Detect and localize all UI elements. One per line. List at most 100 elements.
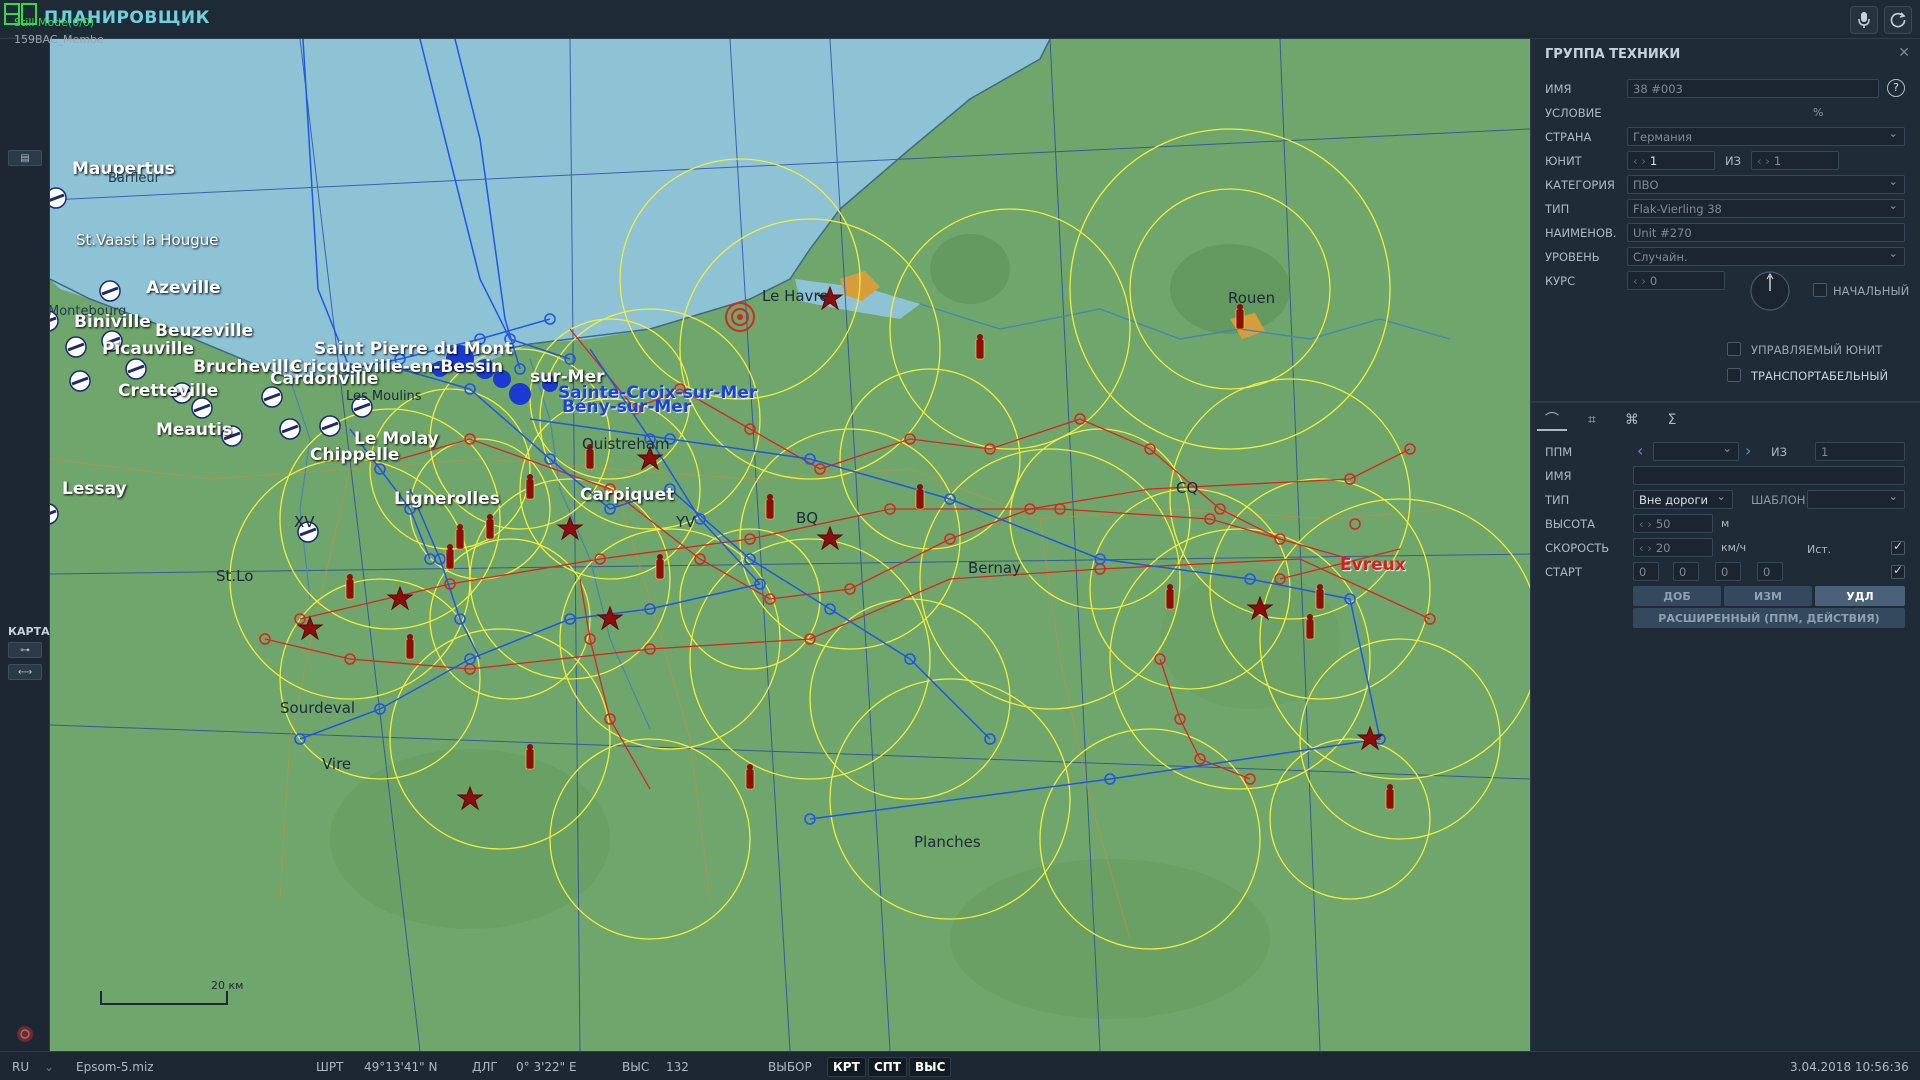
initial-label: НАЧАЛЬНЫЙ	[1833, 284, 1910, 298]
designation-input[interactable]: Unit #270	[1627, 223, 1905, 242]
start-day-input[interactable]: 0	[1633, 562, 1659, 581]
aa-gun-icon	[296, 615, 324, 641]
heading-dial-icon[interactable]	[1749, 270, 1791, 312]
help-icon[interactable]: ?	[1887, 79, 1905, 97]
town-label: Cardonville	[270, 369, 379, 389]
group-name-input[interactable]: 38 #003	[1627, 79, 1879, 98]
unit-stepper[interactable]: ‹ › 1	[1627, 151, 1715, 170]
coord-mode-vys-button[interactable]: ВЫС	[909, 1057, 952, 1077]
waypoint-name-input[interactable]	[1633, 466, 1905, 485]
close-icon[interactable]: ✕	[1898, 45, 1910, 61]
transportable-checkbox[interactable]	[1727, 368, 1741, 382]
map-tool-key-button[interactable]: ⊶	[8, 642, 42, 658]
armor-unit-icon	[1305, 614, 1315, 640]
speed-value: 20	[1655, 541, 1671, 555]
refresh-button[interactable]	[1884, 6, 1912, 34]
tab-targets[interactable]: ⌗	[1577, 409, 1607, 431]
template-select[interactable]	[1807, 490, 1905, 509]
map-scale-bar	[100, 991, 228, 1005]
waypoint-select[interactable]	[1653, 442, 1739, 461]
stepper-arrows-icon[interactable]: ‹ ›	[1633, 274, 1646, 288]
heading-stepper[interactable]: ‹ › 0	[1627, 271, 1725, 290]
key-icon: ⊶	[20, 644, 30, 656]
altitude-stepper[interactable]: ‹ › 50	[1633, 514, 1713, 533]
town-label: Ouistreham	[582, 435, 670, 453]
add-waypoint-button[interactable]: ДОБ	[1633, 586, 1721, 606]
airfield-icon	[319, 415, 341, 437]
airfield-icon	[99, 280, 121, 302]
start-second-input[interactable]: 0	[1757, 562, 1783, 581]
armor-unit-icon	[655, 554, 665, 580]
unit-total: 1	[1773, 154, 1782, 168]
country-select[interactable]: Германия	[1627, 127, 1905, 146]
designation-label: НАИМЕНОВ.	[1545, 226, 1617, 240]
stepper-arrows-icon[interactable]: ‹ ›	[1639, 517, 1652, 531]
longitude-value: 0° 3'22" E	[516, 1060, 577, 1074]
initial-checkbox[interactable]	[1813, 283, 1827, 297]
notes-button[interactable]: ▤	[8, 150, 42, 166]
waypoint-type-select[interactable]: Вне дороги	[1633, 490, 1733, 509]
stepper-arrows-icon[interactable]: ‹ ›	[1633, 154, 1646, 168]
chevron-right-icon[interactable]: ›	[1745, 441, 1751, 460]
town-label: Biniville	[74, 312, 151, 332]
start-minute-input[interactable]: 0	[1715, 562, 1741, 581]
tab-triggers[interactable]: ⌘	[1617, 409, 1647, 431]
town-label: Beuzeville	[155, 321, 254, 341]
armor-unit-icon	[345, 574, 355, 600]
range-ring	[739, 428, 961, 650]
edit-waypoint-button[interactable]: ИЗМ	[1724, 586, 1812, 606]
airfield-icon	[279, 418, 301, 440]
chevron-down-icon[interactable]: ⌄	[44, 1060, 54, 1074]
condition-unit: %	[1813, 106, 1824, 119]
stepper-arrows-icon[interactable]: ‹ ›	[1757, 154, 1770, 168]
delete-waypoint-button[interactable]: УДЛ	[1815, 586, 1905, 606]
controllable-unit-checkbox[interactable]	[1727, 342, 1741, 356]
mission-goals-icon[interactable]	[15, 1024, 35, 1044]
map-tool-ruler-button[interactable]: ⟷	[8, 664, 42, 680]
waypoint-of-label: ИЗ	[1771, 445, 1787, 459]
name-label: ИМЯ	[1545, 82, 1572, 96]
stepper-arrows-icon[interactable]: ‹ ›	[1639, 541, 1652, 555]
heading-value: 0	[1649, 274, 1658, 288]
range-ring	[839, 368, 1021, 550]
chevron-left-icon[interactable]: ‹	[1637, 441, 1643, 460]
skill-select[interactable]: Случайн.	[1627, 247, 1905, 266]
armor-unit-icon	[1165, 584, 1175, 610]
advanced-waypoint-button[interactable]: РАСШИРЕННЫЙ (ППМ, ДЕЙСТВИЯ)	[1633, 608, 1905, 628]
armor-unit-icon	[1315, 584, 1325, 610]
start-hour-input[interactable]: 0	[1673, 562, 1699, 581]
longitude-label: ДЛГ	[472, 1060, 498, 1074]
eta-checkbox[interactable]	[1891, 539, 1905, 555]
tab-summary[interactable]: Σ	[1657, 409, 1687, 431]
type-select[interactable]: Flak-Vierling 38	[1627, 199, 1905, 218]
town-label: Le Havre	[762, 287, 829, 305]
town-label: Picauville	[102, 339, 195, 359]
armor-unit-icon	[745, 764, 755, 790]
heading-label: КУРС	[1545, 274, 1576, 288]
eta-label: Ист.	[1807, 543, 1832, 556]
town-label: Evreux	[1340, 555, 1406, 575]
summary-icon: Σ	[1667, 412, 1677, 428]
route-icon: ⌒	[1545, 412, 1559, 428]
grid-label: XV	[294, 513, 315, 531]
unit-number: 1	[1649, 154, 1658, 168]
map-canvas[interactable]	[50, 39, 1530, 1051]
forest-area	[330, 749, 610, 929]
left-toolbar: ▤ КАРТА ⊶ ⟷	[0, 39, 50, 1051]
top-bar: ПЛАНИРОВЩИК Still Mode(0/0)	[0, 0, 1920, 39]
aa-gun-icon	[386, 585, 414, 611]
range-ring	[369, 388, 531, 550]
town-label: Barfleur	[108, 171, 160, 186]
skill-label: УРОВЕНЬ	[1545, 250, 1600, 264]
microphone-button[interactable]	[1850, 6, 1878, 34]
language-select[interactable]: RU	[12, 1060, 29, 1074]
speed-stepper[interactable]: ‹ › 20	[1633, 538, 1713, 557]
coord-mode-krt-button[interactable]: КРТ	[827, 1057, 866, 1077]
unit-total-stepper[interactable]: ‹ › 1	[1751, 151, 1839, 170]
map-view[interactable]: Maupertus Barfleur St.Vaast la Hougue Az…	[50, 39, 1530, 1051]
range-ring	[679, 528, 821, 670]
tab-route[interactable]: ⌒	[1537, 409, 1567, 431]
category-select[interactable]: ПВО	[1627, 175, 1905, 194]
coord-mode-spt-button[interactable]: СПТ	[868, 1057, 908, 1077]
start-checkbox[interactable]	[1891, 563, 1905, 579]
